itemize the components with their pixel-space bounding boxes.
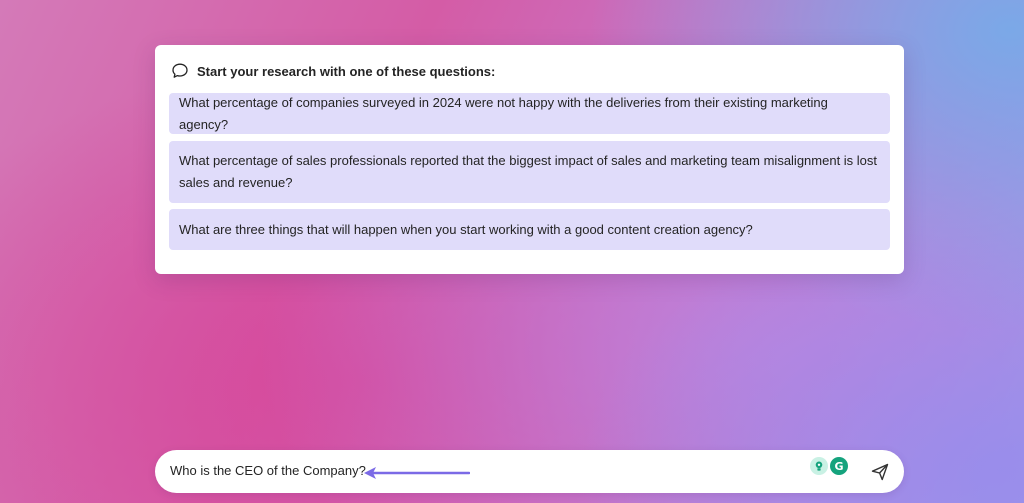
chat-input[interactable]: Who is the CEO of the Company?	[170, 462, 366, 480]
suggested-question[interactable]: What percentage of sales professionals r…	[169, 141, 890, 203]
suggested-question[interactable]: What are three things that will happen w…	[169, 209, 890, 250]
extension-icons: G	[810, 457, 848, 475]
card-title: Start your research with one of these qu…	[197, 63, 496, 79]
card-header: Start your research with one of these qu…	[171, 62, 495, 80]
suggested-question[interactable]: What percentage of companies surveyed in…	[169, 93, 890, 134]
research-questions-card: Start your research with one of these qu…	[155, 45, 904, 274]
chat-bubble-icon	[171, 62, 189, 80]
suggested-question-text: What percentage of sales professionals r…	[179, 153, 878, 190]
grammarly-icon[interactable]: G	[830, 457, 848, 475]
suggested-question-text: What percentage of companies surveyed in…	[179, 94, 828, 132]
annotation-arrow	[362, 464, 470, 482]
suggested-question-text: What are three things that will happen w…	[179, 221, 753, 237]
lightbulb-icon[interactable]	[810, 457, 828, 475]
chat-input-bar: Who is the CEO of the Company?	[155, 450, 904, 493]
send-icon[interactable]	[870, 462, 890, 482]
